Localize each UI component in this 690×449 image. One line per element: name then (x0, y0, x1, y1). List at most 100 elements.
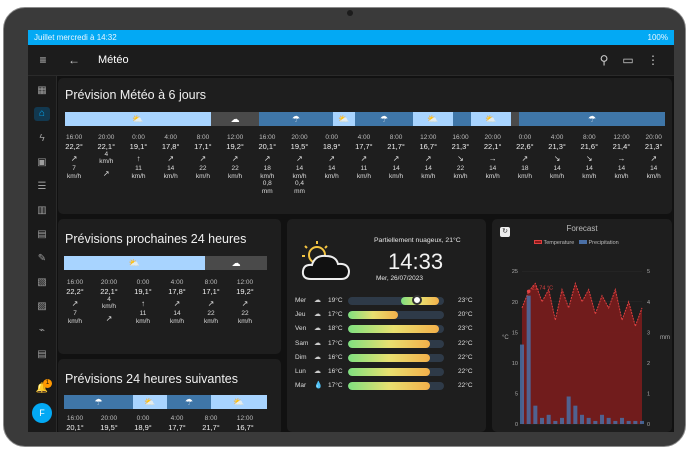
forecast-wind: 14 km/h (163, 165, 178, 180)
wind-direction-icon: ↗ (424, 153, 432, 163)
wind-direction-icon: ↗ (392, 153, 400, 163)
energy-icon[interactable]: ϟ (34, 132, 50, 146)
temp-range-track (348, 353, 444, 362)
day-low: 16°C (328, 353, 343, 361)
forecast-temp: 22,1° (97, 141, 116, 151)
wind-direction-icon: ↗ (105, 313, 113, 323)
forecast-column: 12:00 16,7° ↗ 14 km/h (412, 134, 444, 180)
calendar-icon[interactable]: ▤ (34, 228, 50, 242)
day-name: Jeu (295, 311, 306, 319)
forecast-wind: 22 km/h (228, 165, 243, 180)
forecast-precipitation: 0,8 mm (261, 180, 273, 195)
day-name: Sam (295, 339, 309, 347)
forecast-column: 12:00 16,7° (228, 415, 262, 432)
temp-range-fill (348, 382, 430, 391)
forecast-temp: 22,6° (516, 141, 534, 151)
wind-direction-icon: ↗ (328, 153, 336, 163)
temperature-annotation: 21,74 °C (532, 285, 553, 291)
forecast-time: 4:00 (170, 279, 184, 286)
temp-range-track (348, 368, 444, 376)
statistics-icon[interactable]: ⌁ (34, 324, 50, 338)
forecast-column: 16:00 22,2° ↗ 7 km/h (58, 279, 92, 325)
y-tick-label: 0 (515, 422, 518, 428)
more-icon[interactable]: ⋮ (645, 54, 661, 66)
wrench-icon[interactable]: ✎ (34, 252, 50, 266)
forecast-time: 20:00 (291, 134, 308, 141)
cloudy-icon: ☁ (205, 256, 267, 270)
day-name: Mar (295, 382, 307, 390)
day-row: Mar 💧 17°C 22°C (295, 381, 475, 391)
store-icon[interactable]: ▨ (34, 300, 50, 314)
forecast-wind: 7 km/h (67, 165, 82, 180)
day-row: Jeu ☁ 17°C 20°C (295, 310, 475, 320)
precipitation-bar (593, 420, 598, 424)
forecast-column: 20:00 21,3° ↗ 14 km/h (638, 134, 670, 180)
y-tick-label: 15 (512, 330, 518, 336)
forecast-temp: 17,8° (168, 286, 186, 296)
precipitation-bar (580, 414, 584, 424)
wind-direction-icon: ↗ (296, 153, 303, 163)
forecast-wind: 18 km/h (260, 165, 275, 180)
day-name: Mer (295, 297, 307, 304)
day-high: 23°C (458, 297, 473, 304)
forecast-column: 4:00 17,7° ↗ 11 km/h (348, 134, 380, 180)
forecast-column: 4:00 21,3° ↘ 14 km/h (541, 134, 573, 180)
wind-direction-icon: ↑ (136, 153, 141, 163)
wind-direction-icon: ↗ (360, 153, 368, 163)
cloud-icon: ☁ (314, 325, 321, 333)
forecast-temp: 19,2° (226, 141, 244, 151)
chat-icon[interactable]: ▭ (620, 54, 636, 66)
forecast-time: 0:00 (325, 134, 339, 141)
precipitation-bar (613, 420, 618, 424)
search-icon[interactable]: ⚲ (596, 54, 612, 66)
forecast-temp: 19,5° (100, 422, 118, 432)
home-icon[interactable]: ⌂ (34, 107, 50, 121)
forecast-time: 12:00 (420, 134, 437, 141)
y2-tick-label: 1 (647, 391, 650, 397)
avatar[interactable]: F (32, 403, 52, 423)
current-condition: Partiellement nuageux, 21°C (374, 237, 461, 244)
forecast-temp: 17,7° (168, 422, 186, 432)
card-icon[interactable]: ▣ (34, 156, 50, 170)
forecast-wind: 22 km/h (203, 310, 219, 325)
forecast-wind: 14 km/h (389, 165, 404, 180)
precipitation-bar (540, 417, 544, 424)
forecast-temp: 21,3° (644, 141, 663, 151)
forecast-temp: 18,9° (134, 422, 152, 432)
forecast-time: 8:00 (196, 134, 210, 141)
forecast-wind: 14 km/h (324, 165, 339, 180)
dashboard-icon[interactable]: ▦ (34, 84, 50, 98)
day-high: 20°C (458, 311, 473, 319)
forecast-column: 0:00 19,1° ↑ 11 km/h (126, 279, 160, 325)
temperature-marker (526, 289, 531, 294)
forecast-following-24h-card: Prévisions 24 heures suivantes ☂ ⛅ ☂ ⛅ 1… (58, 359, 281, 432)
forecast-column: 20:00 22,1° 4 km/h ↗ (92, 279, 126, 325)
forecast-wind: 14 km/h (485, 165, 500, 180)
forecast-wind: 11 km/h (135, 310, 151, 325)
menu-icon[interactable]: ≡ (35, 54, 51, 66)
forecast-temp: 22,2° (65, 141, 83, 151)
notes-icon[interactable]: ▤ (34, 348, 50, 362)
day-low: 19°C (328, 297, 343, 304)
cloud-icon: ☁ (314, 311, 321, 319)
forecast-column: 20:00 19,5° (92, 415, 126, 432)
forecast-time: 16:00 (66, 415, 84, 422)
forecast-temp: 16,7° (236, 422, 254, 432)
forecast-temp: 16,7° (419, 141, 438, 151)
rain-icon: ☂ (519, 112, 665, 126)
list-icon[interactable]: ☰ (34, 180, 50, 194)
wind-direction-icon: ↗ (650, 153, 658, 163)
history-icon[interactable]: ▥ (34, 204, 50, 218)
forecast-time: 0:00 (518, 134, 532, 141)
back-arrow-icon[interactable]: ← (66, 54, 82, 66)
precipitation-bar (566, 396, 571, 424)
wind-direction-icon: ↗ (173, 298, 181, 308)
table-icon[interactable]: ▧ (34, 276, 50, 290)
forecast-temp: 20,1° (258, 141, 277, 151)
precipitation-bar (626, 420, 631, 424)
wind-direction-icon: ↗ (199, 153, 207, 163)
status-bar: Juillet mercredi à 14:32 100% (28, 30, 674, 45)
clock-date: Mer, 26/07/2023 (376, 275, 423, 282)
day-low: 18°C (328, 325, 343, 333)
day-high: 23°C (458, 325, 473, 333)
